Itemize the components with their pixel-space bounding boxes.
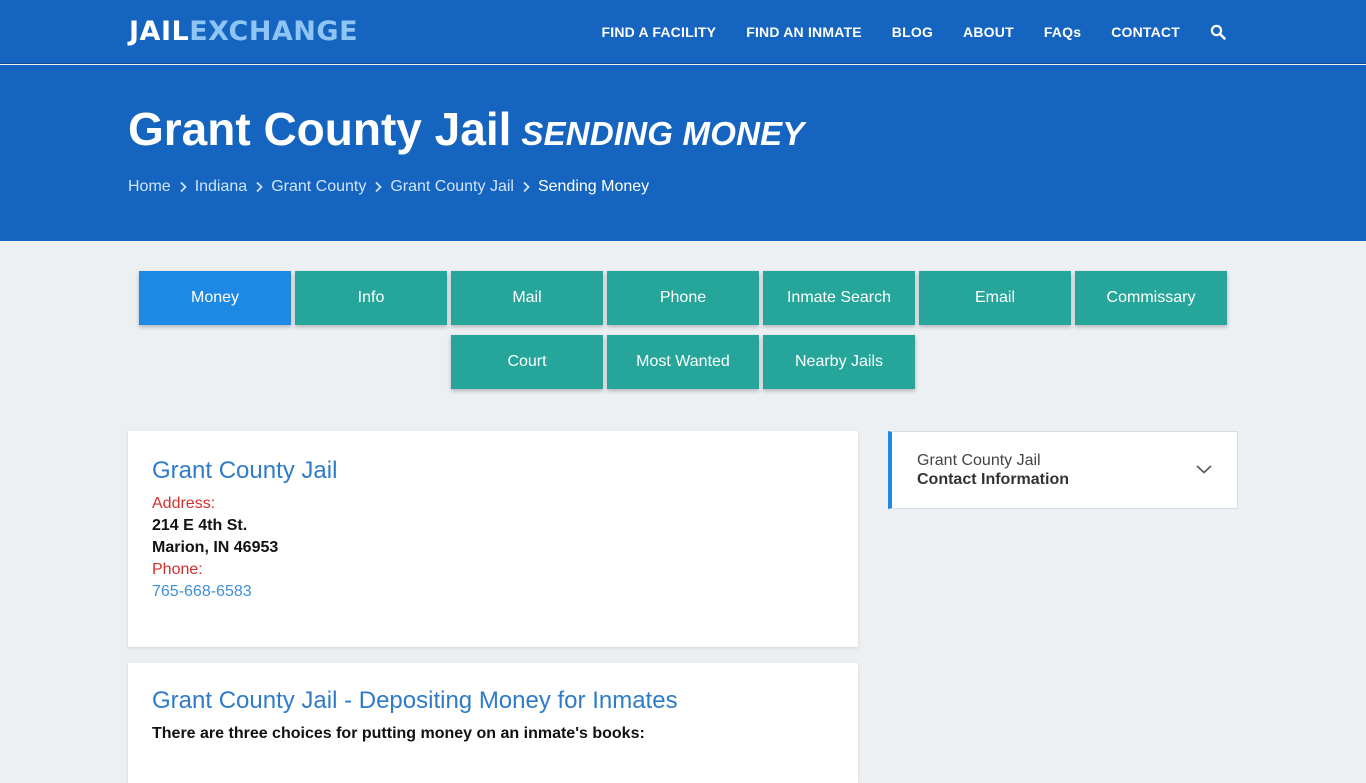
tab-mail[interactable]: Mail [451,271,603,325]
breadcrumb-facility[interactable]: Grant County Jail [390,178,514,196]
deposit-heading: Grant County Jail - Depositing Money for… [152,687,678,714]
chevron-right-icon [366,181,390,193]
chevron-right-icon [514,181,538,193]
site-logo[interactable]: JAILEXCHANGE [129,16,358,48]
facility-info-card: Grant County Jail Address: 214 E 4th St.… [128,431,858,647]
tab-info[interactable]: Info [295,271,447,325]
page-hero: Grant County Jail SENDING MONEY Home Indi… [0,65,1366,241]
tab-commissary[interactable]: Commissary [1075,271,1227,325]
address-label: Address: [152,495,216,512]
breadcrumb-current: Sending Money [537,178,650,195]
breadcrumb: Home Indiana Grant County Grant County J… [128,178,649,196]
tab-inmate-search[interactable]: Inmate Search [763,271,915,325]
tab-phone[interactable]: Phone [607,271,759,325]
tab-email[interactable]: Email [919,271,1071,325]
nav-find-inmate[interactable]: FIND AN INMATE [746,24,862,40]
contact-info-accordion[interactable]: Grant County Jail Contact Information [888,431,1238,509]
page-title-subtitle: SENDING MONEY [521,115,805,152]
tab-row-1: Money Info Mail Phone Inmate Search Emai… [0,271,1366,325]
phone-label: Phone: [152,561,203,578]
deposit-money-card: Grant County Jail - Depositing Money for… [128,663,858,783]
main-nav: FIND A FACILITY FIND AN INMATE BLOG ABOU… [571,0,1226,64]
deposit-intro: There are three choices for putting mone… [152,725,645,742]
address-line-1: 214 E 4th St. [152,517,248,534]
breadcrumb-county[interactable]: Grant County [271,178,366,196]
tab-most-wanted[interactable]: Most Wanted [607,335,759,389]
nav-contact[interactable]: CONTACT [1111,24,1180,40]
nav-find-facility[interactable]: FIND A FACILITY [601,24,716,40]
search-icon[interactable] [1210,24,1226,40]
tab-money[interactable]: Money [139,271,291,325]
chevron-right-icon [171,181,195,193]
nav-about[interactable]: ABOUT [963,24,1014,40]
page-title-main: Grant County Jail [128,103,512,155]
nav-faqs[interactable]: FAQs [1044,24,1081,40]
accordion-facility-name: Grant County Jail [917,452,1041,469]
breadcrumb-state[interactable]: Indiana [195,178,248,196]
logo-part-jail: JAIL [129,16,190,47]
accordion-title: Contact Information [917,471,1069,488]
top-navbar: JAILEXCHANGE FIND A FACILITY FIND AN INM… [0,0,1366,64]
tab-court[interactable]: Court [451,335,603,389]
tab-nearby-jails[interactable]: Nearby Jails [763,335,915,389]
facility-name: Grant County Jail [152,457,338,484]
nav-blog[interactable]: BLOG [892,24,933,40]
section-tabs: Money Info Mail Phone Inmate Search Emai… [0,271,1366,399]
chevron-down-icon[interactable] [1195,462,1213,480]
tab-row-2: Court Most Wanted Nearby Jails [0,335,1366,389]
page-title: Grant County Jail SENDING MONEY [128,101,805,162]
chevron-right-icon [247,181,271,193]
phone-link[interactable]: 765-668-6583 [152,581,834,603]
logo-part-exchange: EXCHANGE [189,16,359,47]
breadcrumb-home[interactable]: Home [128,178,171,196]
address-line-2: Marion, IN 46953 [152,539,279,556]
